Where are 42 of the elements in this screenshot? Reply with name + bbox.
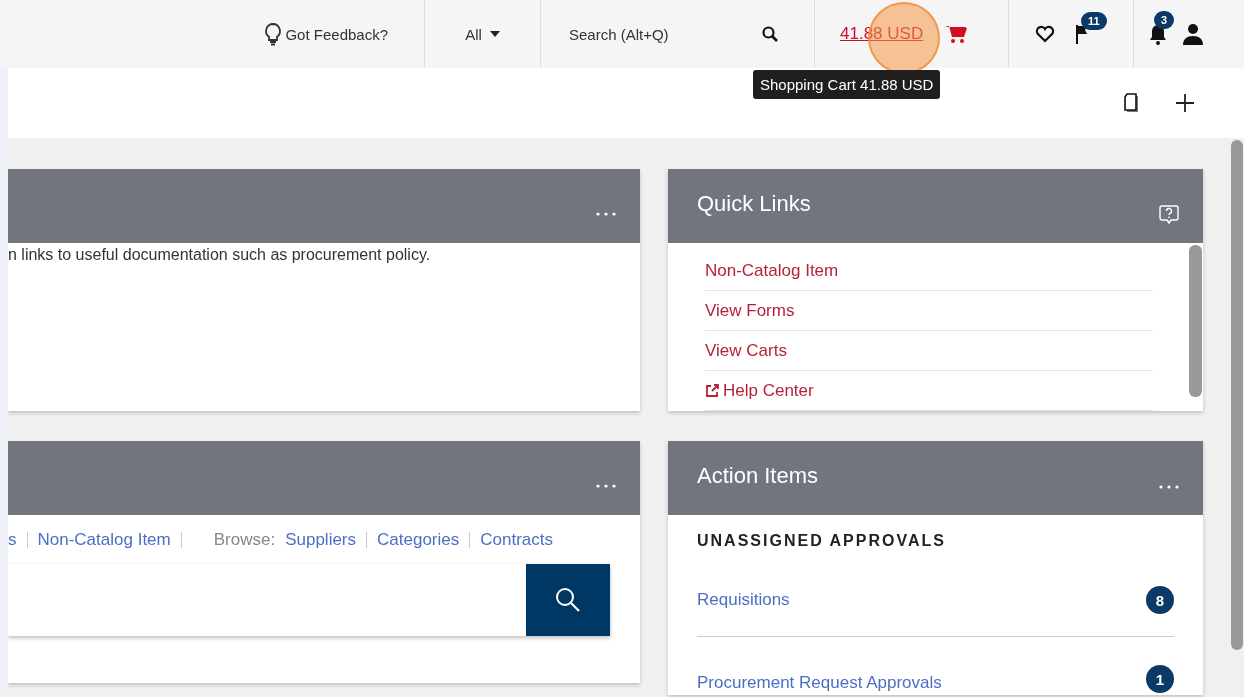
browse-label: Browse: (213, 529, 276, 550)
scrollbar-thumb[interactable] (1189, 245, 1202, 397)
tooltip: Shopping Cart 41.88 USD (753, 70, 941, 99)
count-badge: 3 (1154, 11, 1175, 29)
shop-link[interactable]: s (8, 529, 17, 550)
description-text: n links to useful documentation such as procurement policy. (8, 246, 432, 264)
browse-link[interactable]: Suppliers (285, 529, 357, 550)
more-icon[interactable] (596, 484, 616, 488)
more-icon[interactable] (596, 212, 616, 216)
caret-icon (489, 31, 500, 37)
approval-link[interactable]: Requisitions (697, 590, 790, 610)
count-badge: 1 (1146, 665, 1174, 693)
search-icon (555, 587, 581, 613)
help-icon[interactable] (1159, 204, 1179, 224)
lightbulb-icon (263, 22, 284, 46)
flag-icon[interactable] (1075, 24, 1089, 44)
cart-icon[interactable] (945, 24, 968, 44)
count-badge: 8 (1146, 586, 1174, 614)
quick-link[interactable]: View Forms (705, 291, 1153, 331)
search-icon[interactable] (762, 26, 778, 42)
bell-icon[interactable] (1148, 23, 1168, 45)
browse-link[interactable]: Categories (377, 529, 460, 550)
search-field[interactable]: Search (Alt+Q) (569, 25, 749, 43)
user-icon[interactable] (1182, 23, 1204, 45)
count-badge: 11 (1081, 12, 1107, 30)
external-link-icon (705, 383, 719, 398)
quick-link[interactable]: Non-Catalog Item (705, 251, 1153, 291)
scrollbar-thumb[interactable] (1231, 140, 1243, 650)
feedback-button[interactable]: Got Feedback? (263, 22, 388, 46)
quick-link[interactable]: Help Center (705, 371, 1153, 411)
heart-icon[interactable] (1035, 25, 1055, 43)
quick-link[interactable]: View Carts (705, 331, 1153, 371)
shop-link[interactable]: Non-Catalog Item (37, 529, 171, 550)
panel-title: Quick Links (697, 191, 811, 217)
approval-link[interactable]: Procurement Request Approvals (697, 673, 942, 693)
section-heading: UNASSIGNED APPROVALS (697, 532, 947, 550)
plus-icon[interactable] (1176, 94, 1194, 112)
search-input[interactable] (8, 564, 526, 636)
search-button[interactable] (526, 564, 610, 636)
more-icon[interactable] (1159, 485, 1179, 489)
panel-title: Action Items (697, 463, 819, 489)
browse-link[interactable]: Contracts (480, 529, 553, 550)
